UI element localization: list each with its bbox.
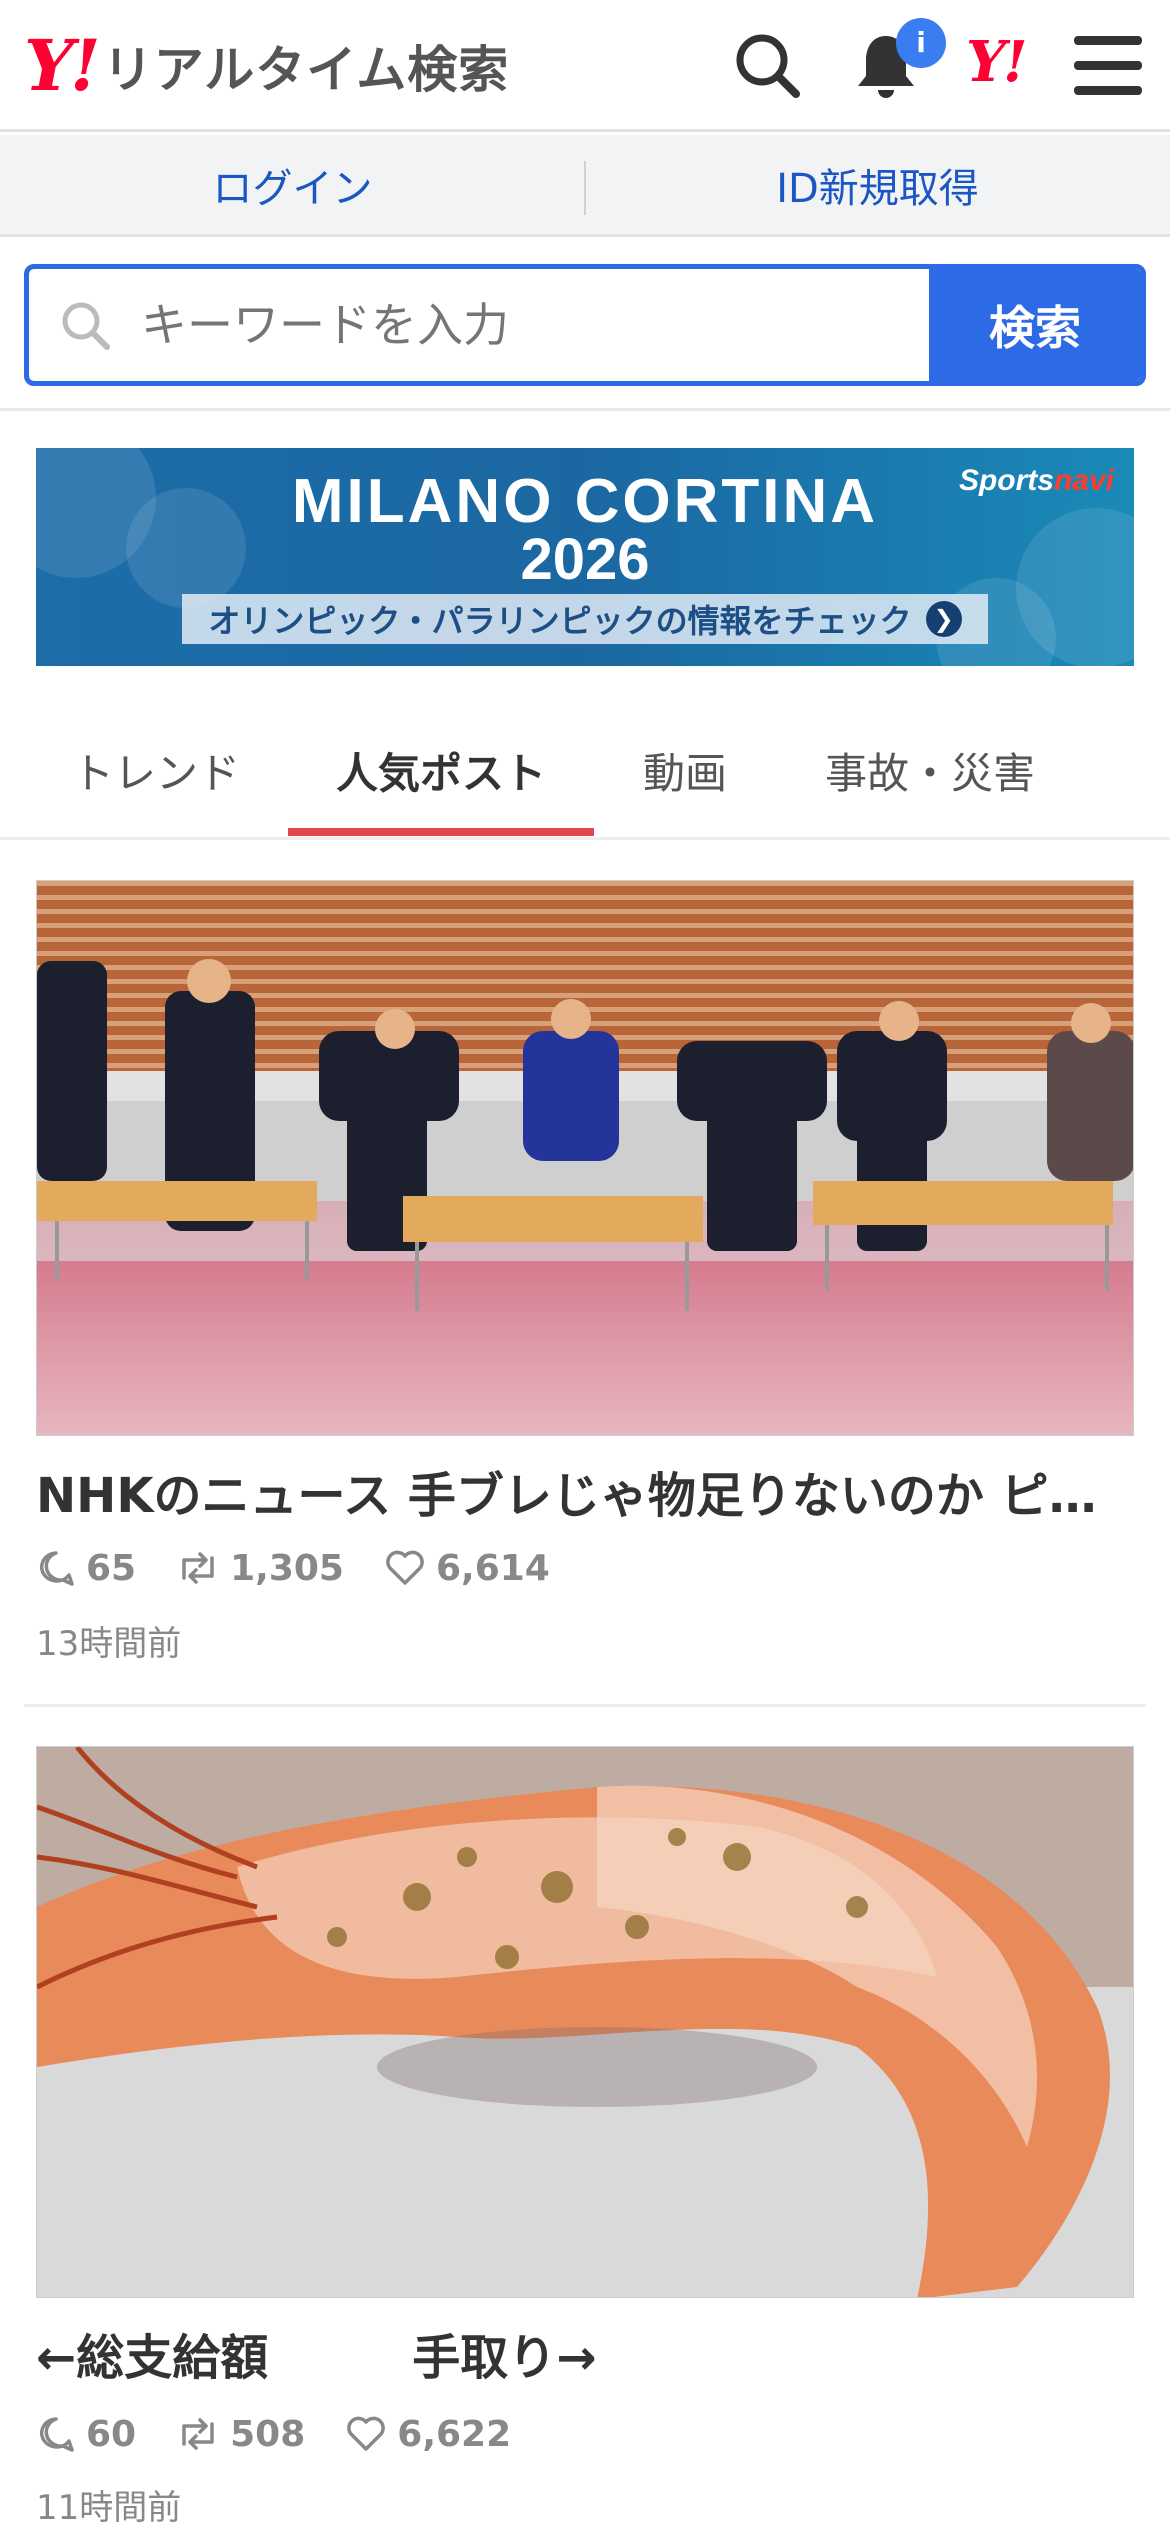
repost-icon xyxy=(182,1552,214,1584)
search-input[interactable] xyxy=(141,298,841,352)
app-header: Y! リアルタイム検索 i Y! xyxy=(0,0,1170,132)
notification-badge[interactable]: i xyxy=(896,18,946,68)
hamburger-menu-icon[interactable] xyxy=(1070,30,1146,102)
login-divider xyxy=(584,161,586,215)
post-timestamp: 11時間前 xyxy=(36,2488,182,2528)
reply-icon xyxy=(39,1551,74,1586)
banner-cta[interactable]: オリンピック・パラリンピックの情報をチェック ❯ xyxy=(182,594,988,644)
login-link[interactable]: ログイン xyxy=(0,135,585,234)
reply-count[interactable]: 65 xyxy=(36,1548,136,1589)
repost-icon xyxy=(182,2418,214,2450)
heart-icon xyxy=(386,1550,424,1585)
press-conference-photo xyxy=(37,881,1133,1435)
olympics-banner[interactable]: Sportsnavi MILANO CORTINA 2026 オリンピック・パラ… xyxy=(36,448,1134,666)
like-count[interactable]: 6,614 xyxy=(384,1548,550,1589)
search-field-icon xyxy=(62,302,110,350)
post-image[interactable] xyxy=(36,1746,1134,2298)
register-id-link[interactable]: ID新規取得 xyxy=(585,135,1170,234)
banner-title: MILANO CORTINA xyxy=(291,467,879,536)
post-timestamp: 13時間前 xyxy=(36,1624,182,1664)
like-count-value: 6,614 xyxy=(435,1547,550,1589)
tab-accident-disaster[interactable]: 事故・災害 xyxy=(790,700,1070,840)
search-icon[interactable] xyxy=(728,26,808,106)
yahoo-realtime-logo[interactable]: Y! リアルタイム検索 xyxy=(24,28,509,104)
shrimp-photo xyxy=(37,1747,1133,2297)
section-divider xyxy=(0,408,1170,411)
chevron-right-icon: ❯ xyxy=(925,601,962,637)
yahoo-logo-mark: Y! xyxy=(24,24,101,107)
yahoo-japan-icon[interactable]: Y! xyxy=(966,34,1028,90)
like-count[interactable]: 6,622 xyxy=(345,2414,511,2455)
reply-count-value: 65 xyxy=(86,1547,137,1589)
banner-year: 2026 xyxy=(520,527,650,592)
banner-subtitle: オリンピック・パラリンピックの情報をチェック xyxy=(208,602,912,640)
repost-count-value: 1,305 xyxy=(230,1547,344,1589)
reply-count-value: 60 xyxy=(86,2413,137,2455)
like-count-value: 6,622 xyxy=(397,2413,512,2455)
repost-count[interactable]: 508 xyxy=(176,2414,305,2455)
login-bar: ログイン ID新規取得 xyxy=(0,135,1170,237)
search-form: 検索 xyxy=(24,264,1146,386)
search-button[interactable]: 検索 xyxy=(929,269,1141,381)
post-stats: 60 508 6,622 xyxy=(36,2406,511,2462)
category-tabs: トレンド 人気ポスト 動画 事故・災害 xyxy=(0,700,1170,840)
tab-trend[interactable]: トレンド xyxy=(36,700,276,840)
post-title[interactable]: ←総支給額 手取り→ xyxy=(36,2318,1136,2388)
tab-video[interactable]: 動画 xyxy=(610,700,760,840)
post-divider xyxy=(24,1704,1146,1707)
repost-count[interactable]: 1,305 xyxy=(176,1548,344,1589)
reply-icon xyxy=(39,2417,74,2452)
repost-count-value: 508 xyxy=(230,2413,306,2455)
search-field[interactable] xyxy=(29,269,929,381)
post-title[interactable]: NHKのニュース 手ブレじゃ物足りないのか ピ… xyxy=(36,1456,1136,1526)
post-image[interactable] xyxy=(36,880,1134,1436)
reply-count[interactable]: 60 xyxy=(36,2414,136,2455)
tab-popular-posts[interactable]: 人気ポスト xyxy=(288,700,594,840)
post-stats: 65 1,305 6,614 xyxy=(36,1540,550,1596)
heart-icon xyxy=(347,2416,386,2451)
active-tab-indicator xyxy=(288,828,594,836)
logo-title: リアルタイム検索 xyxy=(102,41,510,99)
